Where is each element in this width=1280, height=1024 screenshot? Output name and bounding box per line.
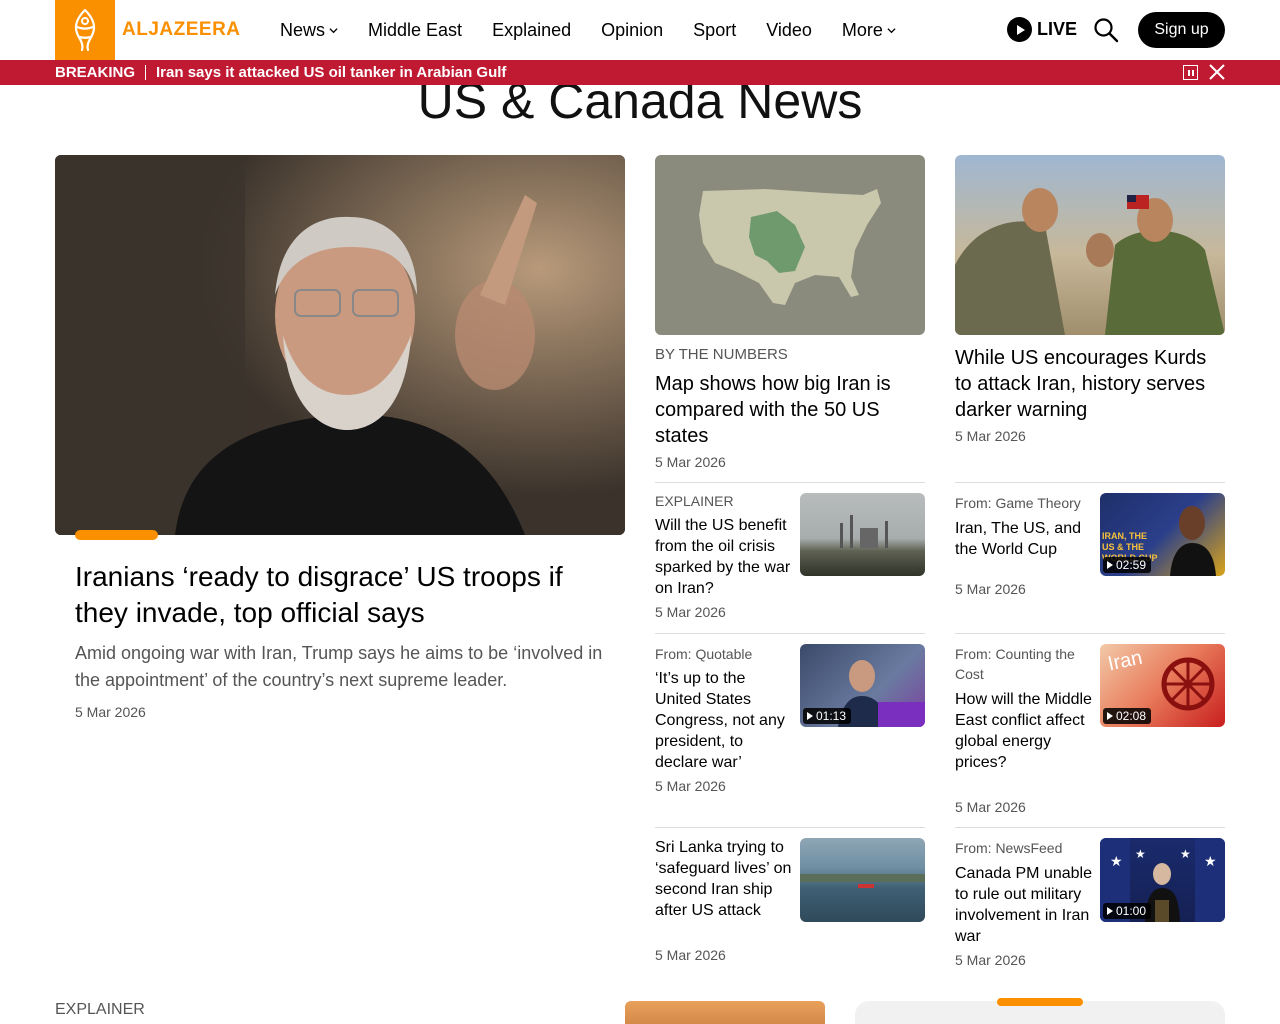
hero-headline-link[interactable]: Iranians ‘ready to disgrace’ US troops i… <box>75 559 605 631</box>
nav-video-label: Video <box>766 19 812 40</box>
card-headline-link[interactable]: ‘It’s up to the United States Congress, … <box>655 668 795 773</box>
bottom-kicker: EXPLAINER <box>55 1001 145 1018</box>
card-headline-link[interactable]: Sri Lanka trying to ‘safeguard lives’ on… <box>655 837 795 921</box>
panel-accent-bar <box>997 998 1083 1006</box>
duration-text: 01:00 <box>1116 904 1147 918</box>
energy-video-thumbnail[interactable]: Iran 02:08 <box>1100 644 1225 727</box>
hero-accent-bar <box>75 530 158 540</box>
search-icon[interactable] <box>1093 17 1119 43</box>
card-date: 5 Mar 2026 <box>655 604 726 620</box>
play-icon <box>1107 561 1113 569</box>
card-date: 5 Mar 2026 <box>955 799 1026 815</box>
duration-text: 02:59 <box>1116 558 1147 572</box>
play-icon <box>1007 17 1032 42</box>
card-headline-link[interactable]: Will the US benefit from the oil crisis … <box>655 515 795 599</box>
bottom-thumbnail[interactable] <box>625 1001 825 1024</box>
nav-sport-label: Sport <box>693 19 737 40</box>
card-headline-link[interactable]: Iran, The US, and the World Cup <box>955 518 1095 560</box>
card-kicker: BY THE NUMBERS <box>655 346 788 363</box>
nav-opinion-label: Opinion <box>601 19 664 40</box>
video-duration-badge: 02:59 <box>1103 557 1152 573</box>
map-thumbnail[interactable] <box>655 155 925 335</box>
kurds-thumbnail[interactable] <box>955 155 1225 335</box>
source-label: From: Game Theory <box>955 495 1081 511</box>
svg-text:★: ★ <box>1135 847 1146 861</box>
chevron-down-icon <box>887 27 896 33</box>
canada-pm-video-thumbnail[interactable]: ★ ★ ★ ★ 01:00 <box>1100 838 1225 922</box>
card-date: 5 Mar 2026 <box>655 454 726 470</box>
logo-wordmark[interactable]: ALJAZEERA <box>122 19 241 41</box>
svg-text:★: ★ <box>1204 854 1217 870</box>
card-headline-link[interactable]: While US encourages Kurds to attack Iran… <box>955 345 1225 423</box>
breaking-headline-link[interactable]: Iran says it attacked US oil tanker in A… <box>156 64 506 81</box>
hero-date: 5 Mar 2026 <box>75 704 146 720</box>
nav-middle-east[interactable]: Middle East <box>368 20 462 41</box>
world-cup-video-thumbnail[interactable]: IRAN, THE US & THE WORLD CUP 02:59 <box>1100 493 1225 576</box>
svg-text:★: ★ <box>1110 854 1123 870</box>
divider <box>955 633 1225 634</box>
play-icon <box>1107 712 1113 720</box>
card-date: 5 Mar 2026 <box>955 581 1026 597</box>
nav-video[interactable]: Video <box>766 20 812 41</box>
live-label: LIVE <box>1037 19 1078 39</box>
live-button[interactable]: LIVE <box>1007 17 1077 42</box>
site-header: ALJAZEERA News Middle East Explained Opi… <box>0 0 1280 60</box>
play-icon <box>1107 907 1113 915</box>
card-headline-link[interactable]: How will the Middle East conflict affect… <box>955 689 1095 773</box>
ship-thumbnail[interactable] <box>800 838 925 922</box>
chevron-down-icon <box>329 27 338 33</box>
breaking-divider <box>145 65 147 80</box>
nav-explained-label: Explained <box>492 19 572 40</box>
main-nav: News Middle East Explained Opinion Sport… <box>280 0 926 60</box>
source-label: From: Quotable <box>655 646 753 662</box>
hero-summary: Amid ongoing war with Iran, Trump says h… <box>75 643 603 690</box>
svg-text:★: ★ <box>1180 847 1191 861</box>
refinery-thumbnail[interactable] <box>800 493 925 576</box>
close-icon[interactable] <box>1209 64 1225 80</box>
divider <box>655 482 925 483</box>
nav-opinion[interactable]: Opinion <box>601 20 663 41</box>
card-date: 5 Mar 2026 <box>955 952 1026 968</box>
source-label: From: Counting the Cost <box>955 646 1075 682</box>
divider <box>955 482 1225 483</box>
play-icon <box>807 712 813 720</box>
nav-more-label: More <box>841 19 883 40</box>
source-label: From: NewsFeed <box>955 840 1063 856</box>
video-duration-badge: 01:13 <box>803 708 852 724</box>
card-kicker: EXPLAINER <box>655 493 734 509</box>
sign-up-button[interactable]: Sign up <box>1138 12 1225 48</box>
quotable-video-thumbnail[interactable]: 01:13 <box>800 644 925 727</box>
card-date: 5 Mar 2026 <box>955 428 1026 444</box>
breaking-label: BREAKING <box>55 64 136 81</box>
video-duration-badge: 02:08 <box>1103 708 1152 724</box>
hero-image[interactable] <box>55 155 625 535</box>
divider <box>655 633 925 634</box>
nav-news[interactable]: News <box>280 20 338 41</box>
nav-sport[interactable]: Sport <box>693 20 736 41</box>
card-headline-link[interactable]: Map shows how big Iran is compared with … <box>655 371 905 449</box>
divider <box>955 827 1225 828</box>
card-date: 5 Mar 2026 <box>655 947 726 963</box>
duration-text: 01:13 <box>816 709 847 723</box>
nav-explained[interactable]: Explained <box>492 20 571 41</box>
aljazeera-logo-icon[interactable] <box>55 0 115 60</box>
nav-middle-east-label: Middle East <box>368 19 463 40</box>
breaking-news-bar: BREAKING Iran says it attacked US oil ta… <box>0 60 1280 85</box>
card-date: 5 Mar 2026 <box>655 778 726 794</box>
pause-icon[interactable] <box>1183 65 1198 80</box>
video-duration-badge: 01:00 <box>1103 903 1152 919</box>
duration-text: 02:08 <box>1116 709 1147 723</box>
card-headline-link[interactable]: Canada PM unable to rule out military in… <box>955 863 1095 947</box>
divider <box>655 827 925 828</box>
nav-news-label: News <box>280 19 326 40</box>
nav-more[interactable]: More <box>842 20 896 41</box>
